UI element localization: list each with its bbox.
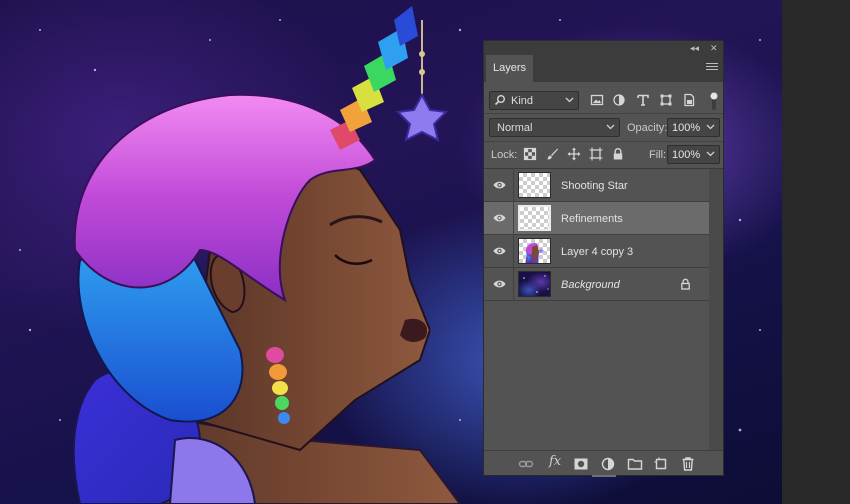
filter-kind-select[interactable]: Kind [489,91,579,110]
eye-icon[interactable] [493,180,506,190]
divider [484,141,723,142]
image-filter-icon[interactable] [590,93,604,107]
layers-bottom-toolbar: fx [484,450,723,475]
galaxy-thumbnail-art [523,275,549,293]
close-panel-icon[interactable]: ✕ [710,42,718,54]
group-folder-icon[interactable] [627,456,643,472]
layer-row-background[interactable]: Background [484,268,709,301]
lock-image-pixels-icon[interactable] [545,147,559,161]
lock-all-icon[interactable] [611,147,625,161]
opacity-value: 100% [672,122,701,134]
adjustment-layer-icon[interactable] [600,456,616,472]
layer-name[interactable]: Background [561,279,620,291]
filter-toggle-switch[interactable] [710,91,718,111]
layer-row-shooting-star[interactable]: Shooting Star [484,169,709,202]
opacity-field[interactable]: 100% [667,118,720,137]
panel-tab-row: Layers [484,55,723,82]
layer-row-refinements[interactable]: Refinements [484,202,709,235]
fx-icon[interactable]: fx [549,454,561,469]
figure-thumbnail-art [525,243,544,263]
visibility-toggle[interactable] [484,169,514,201]
layer-thumbnail [518,205,551,231]
fill-value: 100% [672,149,701,161]
layer-thumbnail [518,172,551,198]
type-filter-icon[interactable] [636,93,650,107]
chevron-down-icon[interactable] [706,150,715,158]
hanging-star [395,92,449,142]
search-icon [494,95,505,106]
eye-icon[interactable] [493,279,506,289]
lock-artboard-icon[interactable] [589,147,603,161]
shape-filter-icon[interactable] [659,93,673,107]
layer-list-scrollbar[interactable] [709,169,723,450]
lock-position-icon[interactable] [567,147,581,161]
layer-lock-icon[interactable] [680,278,691,290]
chevron-down-icon[interactable] [706,123,715,131]
tab-layers[interactable]: Layers [486,55,533,82]
divider [484,113,723,114]
visibility-toggle[interactable] [484,235,514,267]
rainbow-horn [330,6,418,150]
panel-title-bar[interactable]: ◂◂ ✕ [484,41,723,55]
layer-thumbnail [518,238,551,264]
layer-name[interactable]: Shooting Star [561,180,628,192]
panel-resize-grip[interactable] [592,475,616,477]
layer-name[interactable]: Refinements [561,213,623,225]
visibility-toggle[interactable] [484,268,514,300]
lock-label: Lock: [491,149,518,161]
collapse-panel-icon[interactable]: ◂◂ [690,42,699,54]
panel-menu-icon[interactable] [706,63,718,73]
new-layer-icon[interactable] [653,456,669,472]
smart-object-filter-icon[interactable] [682,93,696,107]
layer-thumbnail [518,271,551,297]
blend-mode-select[interactable]: Normal [489,118,620,137]
link-layers-icon[interactable] [518,456,534,472]
chevron-down-icon [606,124,615,130]
eye-icon[interactable] [493,213,506,223]
eye-icon[interactable] [493,246,506,256]
trash-icon[interactable] [680,456,696,472]
fill-label: Fill: [649,149,667,161]
opacity-label: Opacity: [627,122,668,134]
layer-list: Shooting Star Refinements Layer 4 copy 3… [484,169,723,450]
layer-name[interactable]: Layer 4 copy 3 [561,246,633,258]
visibility-toggle[interactable] [484,202,514,234]
filter-kind-value: Kind [511,95,534,107]
blend-mode-value: Normal [497,122,533,134]
adjustment-filter-icon[interactable] [612,93,626,107]
fill-field[interactable]: 100% [667,145,720,164]
layer-row-layer-4-copy-3[interactable]: Layer 4 copy 3 [484,235,709,268]
lock-transparent-pixels-icon[interactable] [523,147,537,161]
layers-panel: ◂◂ ✕ Layers Kind Normal Opacity: 100% Lo… [483,40,724,477]
chevron-down-icon [565,97,574,103]
layer-mask-icon[interactable] [573,456,589,472]
workspace-gutter [782,0,850,504]
